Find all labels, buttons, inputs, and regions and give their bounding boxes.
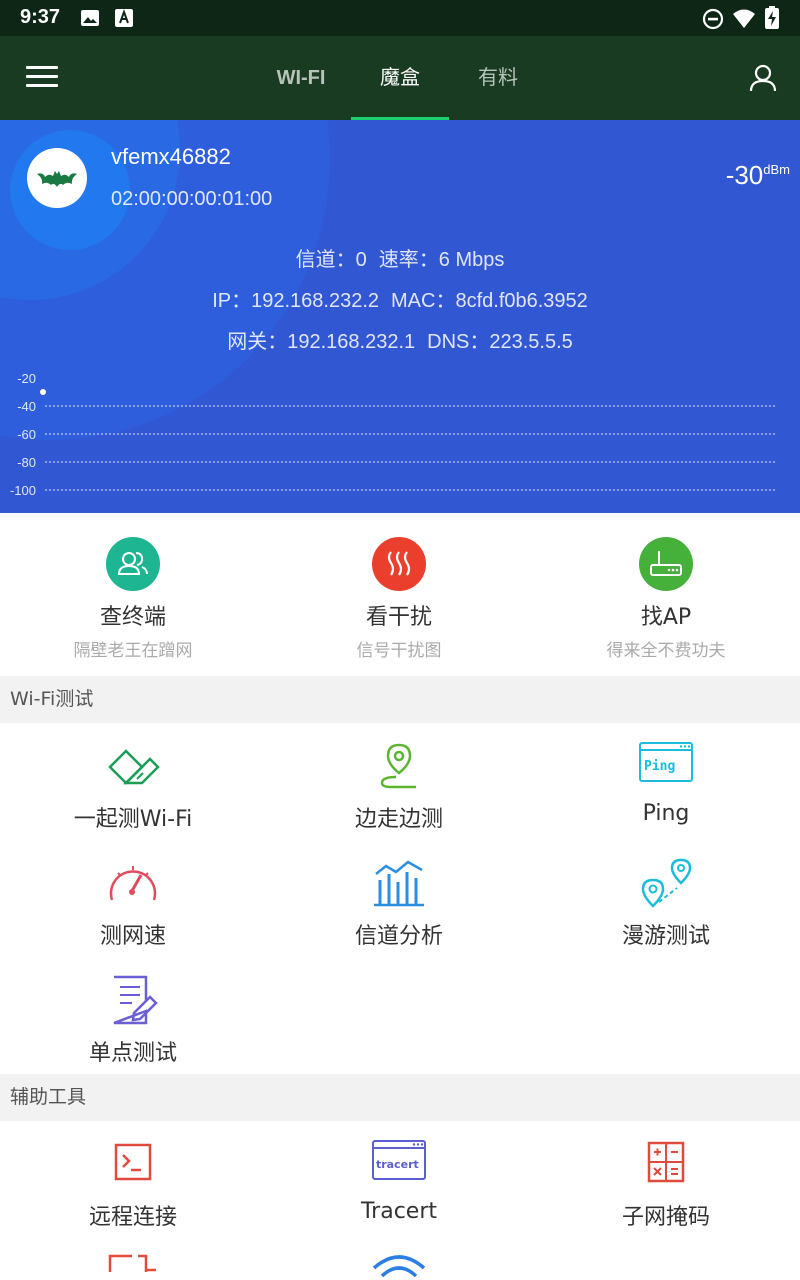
chart-y-tick-label: -60 [17, 427, 36, 442]
tracert-tool[interactable]: tracert Tracert [266, 1121, 532, 1238]
remote-connection[interactable]: 远程连接 [0, 1121, 266, 1238]
signal-chart: -20 -40 -60 -80 -100 [10, 371, 775, 498]
wifi-status-icon [733, 9, 755, 28]
quick-subtitle: 得来全不费功夫 [606, 641, 726, 661]
walk-test[interactable]: 边走边测 [266, 723, 532, 840]
terminal-icon [114, 1143, 152, 1181]
speed-test[interactable]: 测网速 [0, 840, 266, 957]
keyboard-notification-icon [115, 9, 133, 27]
network-scan-icon [108, 1254, 156, 1272]
menu-icon[interactable] [26, 66, 58, 90]
users-icon [106, 537, 160, 591]
bat-icon [37, 171, 77, 187]
channel-rate-line: 信道：0 速率：6 Mbps [0, 243, 800, 272]
grid-label: 单点测试 [88, 1041, 177, 1066]
dns-value: 223.5.5.5 [489, 331, 573, 353]
chart-y-tick-label: -20 [17, 371, 36, 386]
tab-youliao[interactable]: 有料 [449, 36, 547, 120]
ping-icon-text: Ping [644, 759, 675, 774]
dns-label: DNS： [427, 331, 490, 353]
roaming-test[interactable]: 漫游测试 [533, 840, 799, 957]
rate-label: 速率： [378, 249, 439, 271]
grid-label: 子网掩码 [621, 1205, 710, 1230]
ip-mac-line: IP：192.168.232.2 MAC：8cfd.f0b6.3952 [0, 284, 800, 313]
gateway-value: 192.168.232.1 [287, 331, 416, 353]
bssid-text: 02:00:00:00:01:00 [111, 188, 273, 210]
signal-unit: dBm [763, 162, 790, 177]
ip-value: 192.168.232.2 [251, 290, 379, 312]
location-walk-icon [380, 743, 416, 789]
grid-label: 远程连接 [88, 1205, 177, 1230]
document-edit-icon [113, 975, 158, 1025]
tool-item-partial-1[interactable] [0, 1238, 266, 1280]
quick-title: 查终端 [99, 605, 166, 630]
bar-chart-icon [374, 860, 424, 907]
tracert-icon: tracert [372, 1140, 426, 1180]
quick-subtitle: 隔壁老王在蹭网 [73, 641, 193, 661]
chart-data-point [40, 389, 46, 395]
quick-item-find-ap[interactable]: 找AP 得来全不费功夫 [533, 513, 799, 676]
gateway-dns-line: 网关：192.168.232.1 DNS：223.5.5.5 [0, 325, 800, 354]
tab-mohe[interactable]: 魔盒 [351, 36, 449, 120]
speedometer-icon [109, 866, 157, 901]
quick-subtitle: 信号干扰图 [356, 641, 442, 661]
tracert-icon-text: tracert [376, 1158, 419, 1171]
channel-analysis[interactable]: 信道分析 [266, 840, 532, 957]
handshake-icon [108, 749, 160, 785]
user-profile-icon[interactable] [748, 63, 778, 93]
tab-wifi[interactable]: WI-FI [252, 36, 350, 120]
grid-label: 信道分析 [354, 924, 443, 949]
mac-label: MAC： [391, 290, 456, 312]
test-together-wifi[interactable]: 一起测Wi-Fi [0, 723, 266, 840]
grid-label: 边走边测 [354, 807, 443, 832]
wifi-signal-icon [372, 1255, 426, 1278]
quick-title: 找AP [640, 605, 692, 630]
grid-label: 一起测Wi-Fi [73, 807, 193, 832]
grid-label: 漫游测试 [621, 924, 710, 949]
network-info-panel: vfemx46882 02:00:00:00:01:00 -30dBm 信道：0… [0, 120, 800, 513]
ssid-text: vfemx46882 [111, 144, 231, 169]
channel-value: 0 [355, 249, 367, 271]
channel-label: 信道： [295, 249, 356, 271]
ip-label: IP： [212, 290, 252, 312]
status-time: 9:37 [20, 6, 61, 28]
ping-icon: Ping [639, 742, 693, 782]
roaming-pins-icon [641, 858, 692, 908]
chart-y-tick-label: -80 [17, 455, 36, 470]
router-icon [639, 537, 693, 591]
grid-label: Ping [642, 801, 690, 826]
gallery-notification-icon [81, 10, 99, 26]
chart-y-tick-label: -40 [17, 399, 36, 414]
status-bar: 9:37 [0, 0, 800, 36]
chart-y-tick-label: -100 [10, 483, 36, 498]
tool-item-partial-2[interactable] [266, 1238, 532, 1280]
quick-title: 看干扰 [365, 605, 432, 630]
rate-value: 6 Mbps [438, 249, 505, 271]
wifi-test-header: Wi-Fi测试 [0, 676, 800, 723]
grid-label: 测网速 [99, 924, 166, 949]
gateway-label: 网关： [227, 331, 288, 353]
signal-value: -30 [725, 160, 764, 190]
mac-value: 8cfd.f0b6.3952 [455, 290, 588, 312]
single-point-test[interactable]: 单点测试 [0, 957, 266, 1074]
do-not-disturb-icon [702, 8, 724, 30]
quick-item-interference[interactable]: 看干扰 信号干扰图 [266, 513, 532, 676]
quick-tools: 查终端 隔壁老王在蹭网 看干扰 信号干扰图 找AP 得来全不费功夫 [0, 513, 800, 676]
app-bar: WI-FI 魔盒 有料 [0, 36, 800, 120]
battery-charging-icon [765, 6, 779, 29]
tools-header: 辅助工具 [0, 1074, 800, 1121]
bat-logo [27, 148, 87, 208]
signal-strength: -30dBm [726, 160, 790, 191]
quick-item-terminals[interactable]: 查终端 隔壁老王在蹭网 [0, 513, 266, 676]
grid-label: Tracert [360, 1199, 438, 1224]
subnet-mask[interactable]: 子网掩码 [533, 1121, 799, 1238]
ping-tool[interactable]: Ping Ping [533, 723, 799, 840]
interference-waves-icon [372, 537, 426, 591]
calculator-icon [647, 1141, 685, 1183]
